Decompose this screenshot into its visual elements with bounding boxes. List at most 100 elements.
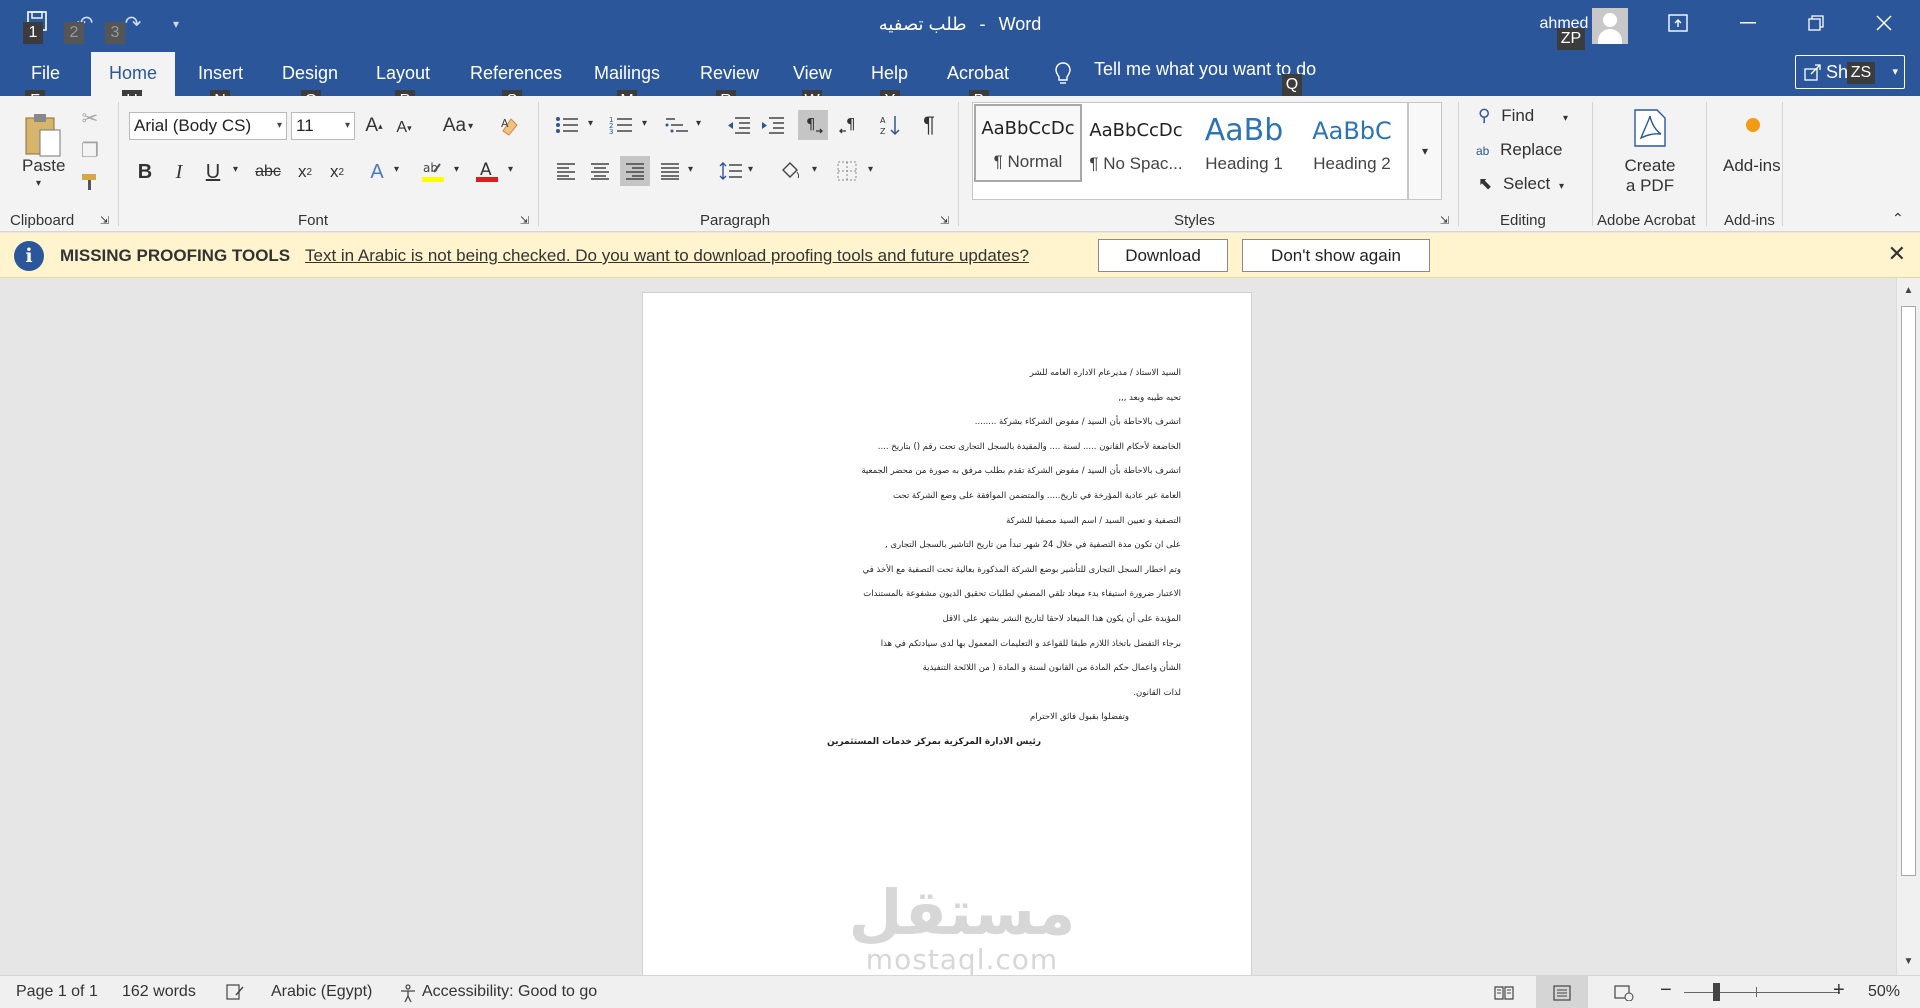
close-icon[interactable]: ✕ [1888, 241, 1906, 267]
zoom-slider[interactable] [1684, 992, 1840, 993]
align-right-icon[interactable] [620, 156, 650, 186]
page-count[interactable]: Page 1 of 1 [16, 983, 98, 1001]
document-line[interactable]: وتفضلوا بقبول فائق الاحترام [781, 705, 1181, 730]
font-size-box[interactable]: 11 ▾ [291, 112, 355, 140]
styles-more-button[interactable]: ▾ [1408, 102, 1442, 200]
scroll-thumb[interactable] [1901, 306, 1916, 876]
highlight-chevron[interactable]: ▾ [454, 164, 459, 175]
document-body[interactable]: السيد الاستاذ / مديرعام الاداره العامه ل… [781, 361, 1181, 755]
subscript-button[interactable]: x2 [292, 158, 318, 186]
document-line[interactable]: اتشرف بالاحاطة بأن السيد / مفوض الشركة ت… [781, 459, 1181, 484]
document-line[interactable]: المؤيدة على أن يكون هذا الميعاد لاحقا لت… [781, 607, 1181, 632]
document-line[interactable]: برجاء التفضل باتخاذ اللازم طبقا للقواعد … [781, 632, 1181, 657]
text-effects-chevron[interactable]: ▾ [394, 164, 399, 175]
zoom-in-icon[interactable]: + [1833, 979, 1845, 1002]
zoom-slider-thumb[interactable] [1712, 983, 1720, 1001]
multilevel-chevron[interactable]: ▾ [696, 118, 701, 129]
accessibility-status[interactable]: Accessibility: Good to go [422, 983, 597, 1001]
document-line[interactable]: السيد الاستاذ / مديرعام الاداره العامه ل… [781, 361, 1181, 386]
document-line[interactable]: اتشرف بالاحاطة بأن السيد / مفوض الشركاء … [781, 410, 1181, 435]
style-heading-2[interactable]: AaBbC Heading 2 [1298, 108, 1406, 186]
language-indicator[interactable]: Arabic (Egypt) [271, 983, 372, 1001]
superscript-button[interactable]: x2 [324, 158, 350, 186]
line-spacing-icon[interactable] [716, 156, 746, 186]
zoom-level[interactable]: 50% [1868, 983, 1900, 1001]
addins-button[interactable]: Add-ins [1723, 156, 1781, 176]
document-line[interactable]: العامة غير عادية المؤرخة في تاريخ..... و… [781, 484, 1181, 509]
clear-formatting-icon[interactable]: A [496, 112, 524, 140]
align-center-icon[interactable] [586, 156, 614, 186]
document-line[interactable]: تحيه طيبه وبعد ,,, [781, 386, 1181, 411]
font-color-chevron[interactable]: ▾ [508, 164, 513, 175]
restore-button[interactable] [1786, 0, 1846, 46]
create-pdf-button[interactable]: Create a PDF [1624, 156, 1676, 196]
proofing-icon[interactable] [226, 983, 244, 1006]
format-painter-icon[interactable] [76, 168, 104, 196]
dont-show-again-button[interactable]: Don't show again [1242, 239, 1430, 272]
shrink-font-icon[interactable]: A ▾ [392, 114, 416, 142]
message-bar-link[interactable]: Text in Arabic is not being checked. Do … [305, 246, 1029, 266]
document-canvas[interactable]: السيد الاستاذ / مديرعام الاداره العامه ل… [0, 278, 1896, 975]
document-line[interactable]: التصفية و تعيين السيد / اسم السيد مصفيا … [781, 509, 1181, 534]
multilevel-list-icon[interactable] [662, 110, 692, 140]
zoom-out-icon[interactable]: − [1660, 979, 1672, 1002]
justify-icon[interactable] [656, 156, 684, 186]
font-name-box[interactable]: Arial (Body CS) ▾ [129, 112, 287, 140]
decrease-indent-icon[interactable] [724, 110, 754, 140]
bullets-chevron[interactable]: ▾ [588, 118, 593, 129]
document-line[interactable]: الشأن واعمال حكم المادة من القانون لسنة … [781, 656, 1181, 681]
numbering-chevron[interactable]: ▾ [642, 118, 647, 129]
document-line[interactable]: لذات القانون. [781, 681, 1181, 706]
bold-button[interactable]: B [132, 158, 158, 186]
document-page[interactable]: السيد الاستاذ / مديرعام الاداره العامه ل… [642, 292, 1252, 975]
read-mode-icon[interactable] [1478, 976, 1530, 1008]
close-window-button[interactable] [1854, 0, 1914, 46]
document-line[interactable]: الخاضعة لأحكام القانون ..... لسنة .... و… [781, 435, 1181, 460]
collapse-ribbon-icon[interactable]: ⌃ [1892, 210, 1904, 227]
replace-button[interactable]: ab Replace [1476, 140, 1562, 160]
style-no-spacing[interactable]: AaBbCcDc ¶ No Spac... [1082, 108, 1190, 186]
increase-indent-icon[interactable] [758, 110, 788, 140]
dialog-launcher-icon[interactable]: ⇲ [100, 214, 109, 227]
numbering-icon[interactable]: 123 [606, 110, 636, 140]
paste-options-chevron[interactable]: ▾ [36, 178, 41, 189]
font-color-icon[interactable]: A [472, 156, 502, 186]
style-normal[interactable]: AaBbCcDc ¶ Normal [974, 104, 1082, 182]
accessibility-icon[interactable] [398, 983, 418, 1008]
document-line[interactable]: على ان تكون مدة التصفية في خلال 24 شهر ت… [781, 533, 1181, 558]
select-button[interactable]: ⬉ Select ▾ [1478, 174, 1564, 194]
justify-chevron[interactable]: ▾ [688, 164, 693, 175]
vertical-scrollbar[interactable]: ▲ ▼ [1896, 278, 1920, 975]
copy-icon[interactable]: ❐ [76, 136, 104, 164]
highlight-color-icon[interactable]: ab [418, 156, 448, 186]
create-pdf-icon[interactable] [1630, 106, 1670, 150]
bullets-icon[interactable] [552, 110, 582, 140]
document-line[interactable]: وتم اخطار السجل التجارى للتأشير بوضع الش… [781, 558, 1181, 583]
strikethrough-button[interactable]: abc [253, 158, 283, 186]
find-button[interactable]: ⚲ Find ▾ [1478, 106, 1568, 126]
minimize-button[interactable] [1718, 0, 1778, 46]
shading-chevron[interactable]: ▾ [812, 164, 817, 175]
sort-icon[interactable]: AZ [876, 110, 906, 140]
align-left-icon[interactable] [552, 156, 580, 186]
line-spacing-chevron[interactable]: ▾ [748, 164, 753, 175]
change-case-button[interactable]: Aa ▾ [434, 112, 482, 140]
shading-icon[interactable] [776, 156, 806, 186]
scroll-up-arrow-icon[interactable]: ▲ [1897, 280, 1920, 302]
web-layout-icon[interactable] [1598, 976, 1650, 1008]
download-button[interactable]: Download [1098, 239, 1228, 272]
borders-icon[interactable] [832, 156, 862, 186]
style-heading-1[interactable]: AaBb Heading 1 [1190, 108, 1298, 186]
dialog-launcher-icon[interactable]: ⇲ [1440, 214, 1449, 227]
ribbon-display-options-button[interactable] [1648, 0, 1708, 46]
right-to-left-icon[interactable]: ¶ [834, 110, 864, 140]
text-effects-icon[interactable]: A [364, 158, 390, 186]
word-count[interactable]: 162 words [122, 983, 196, 1001]
underline-button[interactable]: U [200, 158, 226, 186]
grow-font-icon[interactable]: A ▴ [362, 112, 386, 140]
show-formatting-marks-icon[interactable]: ¶ [914, 110, 944, 140]
print-layout-icon[interactable] [1536, 976, 1588, 1008]
document-line[interactable]: رئيس الادارة المركزية بمركز خدمات المستث… [781, 730, 1181, 755]
dialog-launcher-icon[interactable]: ⇲ [940, 214, 949, 227]
left-to-right-icon[interactable]: ¶ [798, 110, 828, 140]
